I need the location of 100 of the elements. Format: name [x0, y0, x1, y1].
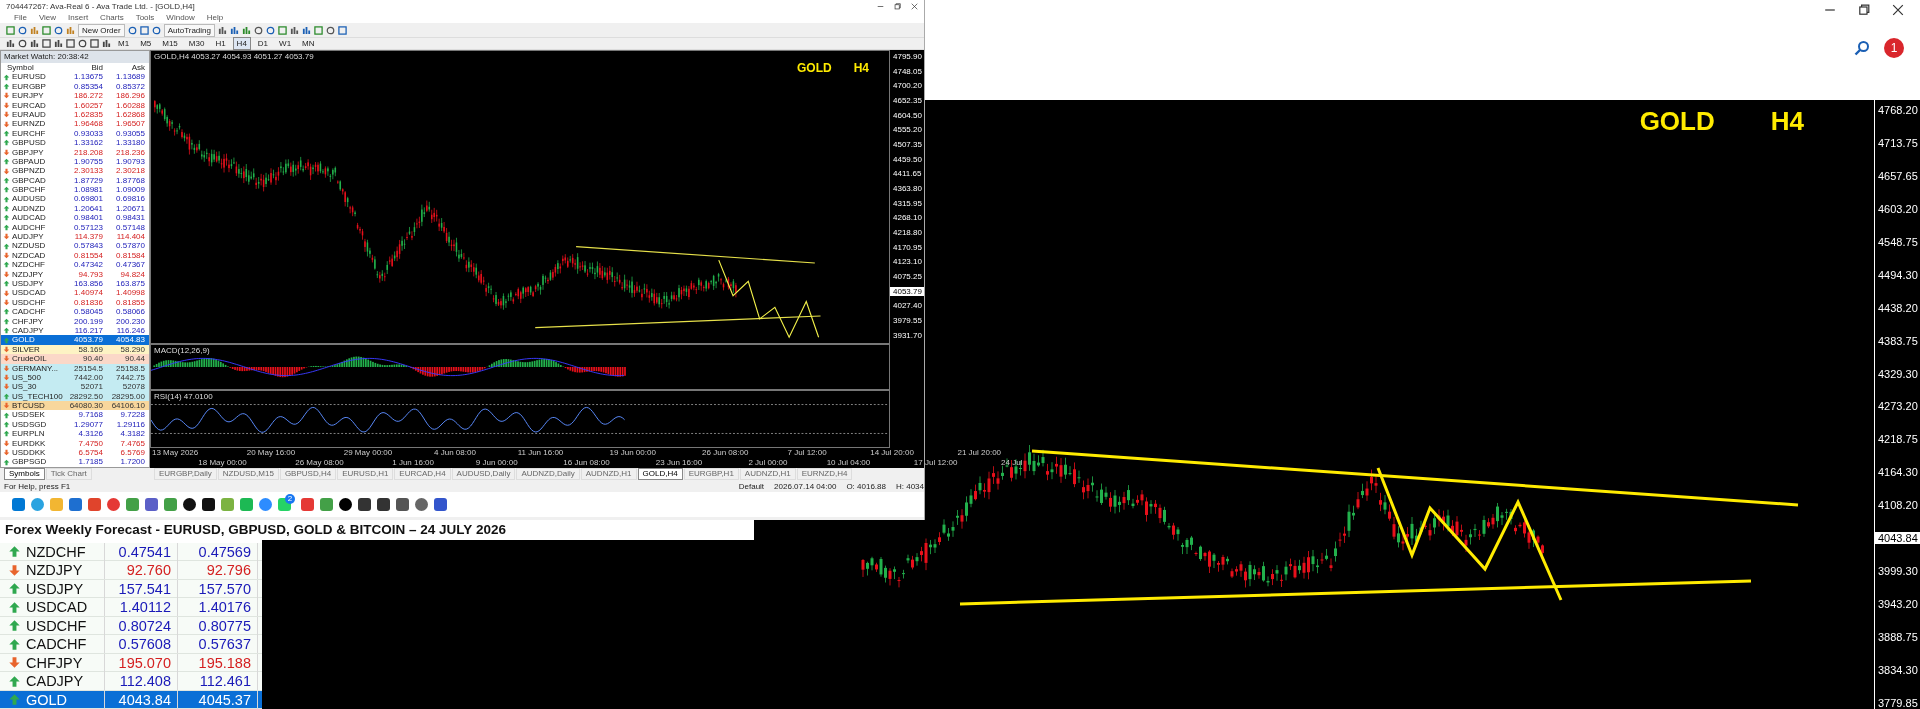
menu-item[interactable]: File [14, 13, 27, 22]
close-icon[interactable] [1892, 4, 1904, 16]
market-watch-row[interactable]: BTCUSD 64080.30 64106.10 [1, 401, 149, 411]
notification-badge[interactable]: 1 [1884, 38, 1904, 58]
price-axis-label: 4438.20 [1877, 301, 1919, 314]
symbol-text: US_500 [12, 372, 41, 383]
symbol-text: NZDUSD [12, 241, 46, 251]
ask-price: 25158.5 [115, 363, 146, 373]
chart-tab[interactable]: EURCAD,H4 [394, 468, 451, 480]
ask-price: 28295.00 [110, 391, 146, 402]
ask-price: 94.824 [119, 269, 146, 279]
app-icon[interactable] [339, 498, 352, 511]
status-time: 2026.07.14 04:00 [774, 482, 837, 491]
bid-price: 0.85354 [73, 81, 104, 92]
chart-tab[interactable]: AUDNZD,Daily [516, 468, 580, 480]
market-watch-row[interactable]: US_TECH100 28292.50 28295.00 [1, 391, 149, 402]
bid-price: 1.40112 [105, 598, 178, 616]
app-icon[interactable] [358, 498, 371, 511]
ask-price: 0.81855 [115, 297, 146, 308]
chart-tab[interactable]: AUDUSD,Daily [451, 468, 516, 480]
app-icon[interactable] [202, 498, 215, 511]
symbol-text: USDDKK [12, 448, 46, 458]
chart-tab[interactable]: GBPUSD,H4 [279, 468, 337, 480]
ask-price: 58.290 [119, 344, 146, 355]
market-watch-row[interactable]: GOLD 4053.79 4054.83 [1, 335, 149, 345]
timeframe-button[interactable]: W1 [275, 37, 296, 50]
app-icon[interactable] [377, 498, 390, 511]
price-axis-label: 3999.30 [1877, 565, 1919, 578]
chart-tab[interactable]: EURGBP,Daily [154, 468, 217, 480]
timeframe-button[interactable]: M1 [114, 37, 134, 50]
timeframe-button[interactable]: M15 [158, 37, 182, 50]
chart-tab[interactable]: EURUSD,H1 [337, 468, 394, 480]
windows-icon[interactable] [12, 498, 25, 511]
price-axis-label: 4507.35 [892, 140, 923, 150]
price-axis-label: 3931.70 [892, 330, 923, 340]
period-title: H4 [853, 61, 869, 75]
symbol-text: EURCHF [12, 128, 46, 139]
market-watch-row[interactable]: SILVER 58.169 58.290 [1, 344, 149, 355]
toolbar-icon[interactable] [6, 39, 15, 48]
menu-item[interactable]: Tools [135, 13, 155, 22]
timeframe-button[interactable]: MN [298, 37, 319, 50]
market-watch-row[interactable]: CADCHF 0.57608 0.57637 [0, 635, 262, 654]
timeframe-button[interactable]: M5 [136, 37, 156, 50]
market-watch-row[interactable]: US_30 52071 52078 [1, 382, 149, 392]
toolbar-icon[interactable] [230, 25, 239, 35]
bid-price: 195.070 [105, 653, 178, 672]
toolbar-icon[interactable] [30, 39, 39, 48]
menu-item[interactable]: Help [206, 13, 224, 22]
chart-tab[interactable]: NZDUSD,M15 [217, 468, 279, 480]
menu-item[interactable]: Insert [68, 13, 89, 22]
price-axis-label: 4652.35 [892, 96, 923, 105]
time-axis-label: 2 Jul 00:00 [748, 458, 788, 468]
chart-tab[interactable]: AUDNZD,H1 [580, 468, 637, 480]
ask-price: 0.93055 [115, 128, 146, 139]
timeframe-button[interactable]: D1 [253, 37, 273, 50]
restore-icon[interactable] [894, 2, 901, 10]
toolbar-icon[interactable] [290, 25, 299, 35]
ask-price: 1.40176 [178, 598, 258, 616]
market-watch-row[interactable]: US_500 7442.00 7442.75 [1, 372, 149, 383]
time-axis-label: 26 Jun 08:00 [702, 448, 749, 458]
toolbar-icon[interactable] [102, 39, 111, 48]
toolbar-icon[interactable] [302, 25, 311, 35]
restore-icon[interactable] [1858, 4, 1870, 16]
time-axis-label: 9 Jun 00:00 [475, 458, 518, 468]
chart-tab[interactable]: EURGBP,H1 [683, 468, 739, 480]
search-icon[interactable] [1854, 40, 1870, 56]
price-axis-label: 3834.30 [1877, 663, 1919, 676]
menu-item[interactable]: View [38, 13, 57, 22]
new-order-button[interactable]: New Order [78, 23, 125, 37]
panel-tab[interactable]: Tick Chart [45, 468, 92, 480]
timeframe-button[interactable]: M30 [184, 37, 209, 50]
toolbar-icon[interactable] [54, 39, 63, 48]
toolbar-icon[interactable] [218, 25, 227, 35]
timeframe-button[interactable]: H4 [232, 37, 251, 50]
auto-trading-button[interactable]: AutoTrading [163, 23, 215, 37]
symbol-text: USDSEK [12, 410, 45, 420]
chart-tab[interactable]: GOLD,H4 [637, 468, 683, 480]
toolbar-icon[interactable] [242, 25, 251, 35]
market-watch-row[interactable]: CADJPY 112.408 112.461 [0, 672, 262, 691]
chart-tab[interactable]: EURNZD,H4 [796, 468, 853, 480]
menu-item[interactable]: Charts [100, 13, 124, 22]
timeframe-button[interactable]: H1 [211, 37, 230, 50]
symbol-text: NZDJPY [26, 562, 83, 578]
market-watch-row[interactable]: NZDJPY 92.760 92.796 [0, 561, 262, 580]
ask-price: 4045.37 [178, 690, 258, 709]
market-watch-row[interactable]: CrudeOIL 90.40 90.44 [1, 354, 149, 364]
app-icon[interactable] [183, 498, 196, 511]
panel-tab[interactable]: Symbols [4, 468, 45, 480]
menu-item[interactable]: Window [166, 13, 195, 22]
market-watch-row[interactable]: GERMANY... 25154.5 25158.5 [1, 363, 149, 373]
market-watch-row[interactable]: USDCAD 1.40112 1.40176 [0, 598, 262, 617]
bid-price: 1.08981 [73, 185, 104, 195]
chart-tab[interactable]: AUDNZD,H1 [739, 468, 796, 480]
bid-price: 0.57123 [73, 222, 104, 233]
symbol-text: EURCAD [12, 100, 46, 110]
price-axis-label: 4383.75 [1877, 334, 1919, 347]
ask-price: 0.81584 [115, 250, 146, 261]
market-watch-row[interactable]: NZDCHF 0.47541 0.47569 [0, 542, 262, 561]
symbol-text: CHFJPY [26, 654, 83, 671]
ask-price: 1.96507 [115, 119, 146, 129]
